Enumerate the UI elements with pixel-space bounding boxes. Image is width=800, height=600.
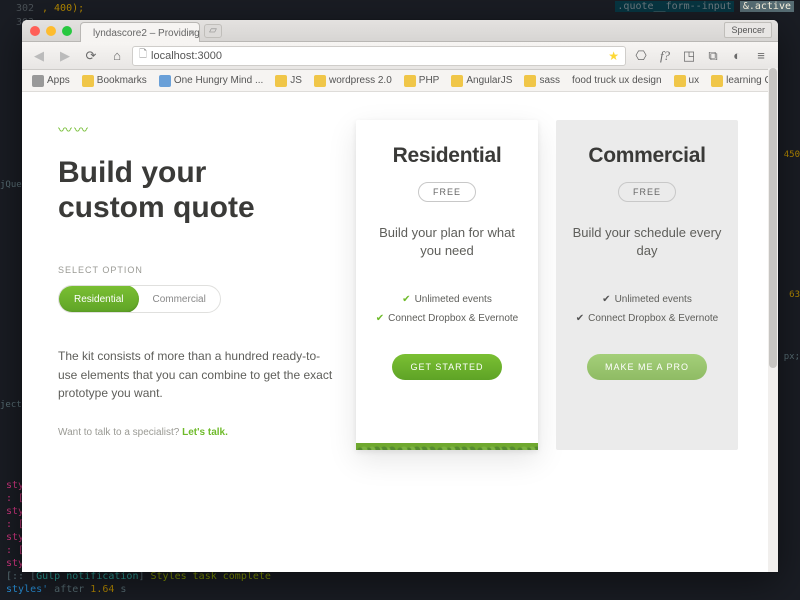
bookmark-folder[interactable]: ux — [670, 75, 704, 87]
back-button[interactable]: ◀ — [28, 47, 50, 65]
bookmark-folder[interactable]: sass — [520, 75, 564, 87]
apps-button[interactable]: Apps — [28, 75, 74, 87]
folder-icon — [524, 75, 536, 87]
ext-icon-4[interactable]: ⧉ — [702, 47, 724, 65]
lets-talk-link[interactable]: Let's talk. — [182, 427, 228, 438]
ext-icon-5[interactable]: ◐ — [726, 47, 748, 65]
make-me-a-pro-button[interactable]: MAKE ME A PRO — [587, 354, 707, 380]
check-icon: ✔ — [402, 294, 410, 305]
window-controls — [22, 26, 80, 36]
page-icon: 🗋 — [139, 47, 147, 64]
folder-icon — [275, 75, 287, 87]
plan-card-commercial: Commercial FREE Build your schedule ever… — [556, 120, 738, 450]
browser-tabbar: lyndascore2 – Providing E... × ▱ Spencer — [22, 20, 778, 42]
minimize-window-icon[interactable] — [46, 26, 56, 36]
new-tab-button[interactable]: ▱ — [204, 24, 222, 38]
bookmark-folder[interactable]: wordpress 2.0 — [310, 75, 396, 87]
folder-icon — [404, 75, 416, 87]
browser-toolbar: ◀ ▶ ⟳ ⌂ 🗋 localhost:3000 ★ ⎔ f? ◳ ⧉ ◐ ≡ — [22, 42, 778, 70]
card-title: Commercial — [572, 144, 722, 168]
home-button[interactable]: ⌂ — [106, 47, 128, 65]
price-badge: FREE — [618, 182, 676, 202]
tab-title: lyndascore2 – Providing E... — [93, 28, 200, 39]
bookmarks-bar: Apps Bookmarks One Hungry Mind ... JS wo… — [22, 70, 778, 92]
editor-right-frag: px; — [784, 352, 800, 362]
grass-decoration — [356, 426, 538, 450]
decorative-zigzag-icon: 〰〰 — [58, 120, 338, 140]
folder-icon — [82, 75, 94, 87]
bookmark-star-icon[interactable]: ★ — [608, 49, 619, 63]
plan-card-residential: Residential FREE Build your plan for wha… — [356, 120, 538, 450]
editor-right-num2: 63 — [789, 290, 800, 300]
feature-list: ✔Unlimeted events ✔Connect Dropbox & Eve… — [572, 290, 722, 328]
ext-icon-1[interactable]: ⎔ — [630, 47, 652, 65]
reload-button[interactable]: ⟳ — [80, 47, 102, 65]
bookmark-item[interactable]: food truck ux design — [568, 75, 666, 86]
quote-builder-panel: 〰〰 Build yourcustom quote SELECT OPTION … — [58, 120, 338, 450]
bookmark-folder[interactable]: Bookmarks — [78, 75, 151, 87]
plan-toggle: Residential Commercial — [58, 285, 221, 313]
description-text: The kit consists of more than a hundred … — [58, 347, 338, 403]
close-window-icon[interactable] — [30, 26, 40, 36]
folder-icon — [451, 75, 463, 87]
select-option-label: SELECT OPTION — [58, 265, 338, 275]
toggle-residential[interactable]: Residential — [58, 285, 139, 313]
editor-right-num: 450 — [784, 150, 800, 160]
scrollbar-thumb[interactable] — [769, 68, 777, 368]
url-text: localhost:3000 — [151, 50, 222, 62]
apps-icon — [32, 75, 44, 87]
menu-icon[interactable]: ≡ — [750, 47, 772, 65]
card-title: Residential — [372, 144, 522, 168]
page-title: Build yourcustom quote — [58, 156, 338, 225]
folder-icon — [314, 75, 326, 87]
bookmark-folder[interactable]: JS — [271, 75, 306, 87]
card-tagline: Build your schedule every day — [572, 224, 722, 260]
ext-icon-3[interactable]: ◳ — [678, 47, 700, 65]
page-content: 〰〰 Build yourcustom quote SELECT OPTION … — [22, 92, 778, 572]
folder-icon — [674, 75, 686, 87]
check-icon: ✔ — [576, 313, 584, 324]
price-badge: FREE — [418, 182, 476, 202]
address-bar[interactable]: 🗋 localhost:3000 ★ — [132, 46, 626, 66]
toggle-commercial[interactable]: Commercial — [138, 286, 219, 312]
bookmark-item[interactable]: One Hungry Mind ... — [155, 75, 267, 87]
browser-tab[interactable]: lyndascore2 – Providing E... × — [80, 22, 200, 42]
user-badge[interactable]: Spencer — [724, 22, 772, 38]
check-icon: ✔ — [602, 294, 610, 305]
card-tagline: Build your plan for what you need — [372, 224, 522, 260]
bookmark-folder[interactable]: AngularJS — [447, 75, 516, 87]
bookmark-folder[interactable]: PHP — [400, 75, 444, 87]
feature-list: ✔Unlimeted events ✔Connect Dropbox & Eve… — [372, 290, 522, 328]
browser-window: lyndascore2 – Providing E... × ▱ Spencer… — [22, 20, 778, 572]
close-tab-icon[interactable]: × — [189, 28, 195, 39]
specialist-prompt: Want to talk to a specialist? Let's talk… — [58, 427, 338, 438]
ext-icon-2[interactable]: f? — [654, 47, 676, 65]
get-started-button[interactable]: GET STARTED — [392, 354, 501, 380]
editor-gutter-text2: ject — [0, 400, 22, 410]
forward-button[interactable]: ▶ — [54, 47, 76, 65]
site-icon — [159, 75, 171, 87]
folder-icon — [711, 75, 723, 87]
maximize-window-icon[interactable] — [62, 26, 72, 36]
check-icon: ✔ — [376, 313, 384, 324]
